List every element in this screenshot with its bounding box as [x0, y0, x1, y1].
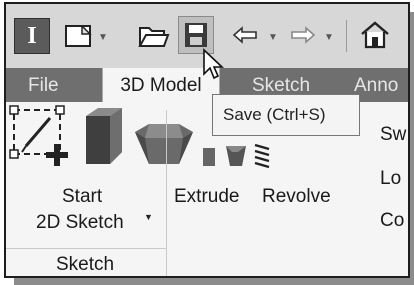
sketch-group-separator [6, 248, 166, 249]
loft-icon[interactable] [224, 144, 248, 168]
sketch-group-label: Sketch [56, 254, 115, 275]
loft-label[interactable]: Lo [380, 168, 401, 190]
mouse-cursor-icon [203, 48, 225, 80]
toolbar-separator [346, 20, 347, 52]
start-sketch-label-line1[interactable]: Start [62, 186, 102, 208]
undo-dropdown-arrow[interactable]: ▼ [268, 32, 278, 43]
extrude-icon[interactable] [80, 108, 128, 168]
extrude-label[interactable]: Extrude [174, 186, 239, 208]
new-file-icon[interactable] [64, 24, 92, 48]
redo-dropdown-arrow[interactable]: ▼ [324, 32, 334, 43]
app-menu-button[interactable]: I [14, 18, 50, 54]
save-icon[interactable] [184, 22, 208, 48]
coil-icon[interactable] [252, 142, 272, 169]
save-tooltip: Save (Ctrl+S) [212, 94, 360, 136]
sweep-label[interactable]: Sw [380, 124, 406, 146]
redo-icon[interactable] [290, 26, 316, 44]
tab-file[interactable]: File [28, 68, 59, 102]
app-window: I ▼ ▼ ▼ File 3D Model Sketch Anno Start … [4, 2, 410, 278]
revolve-icon[interactable] [133, 124, 195, 168]
revolve-label[interactable]: Revolve [262, 186, 331, 208]
tab-annotate[interactable]: Anno [354, 68, 398, 102]
start-sketch-dropdown-arrow[interactable]: ▼ [144, 212, 153, 222]
sweep-icon[interactable] [199, 146, 219, 168]
group-vertical-divider [166, 110, 167, 276]
start-2d-sketch-icon[interactable] [6, 102, 76, 168]
coil-label[interactable]: Co [380, 210, 404, 232]
start-sketch-label-line2[interactable]: 2D Sketch [36, 212, 124, 234]
home-icon[interactable] [358, 20, 392, 50]
undo-icon[interactable] [232, 26, 258, 44]
open-folder-icon[interactable] [138, 22, 170, 50]
new-dropdown-arrow[interactable]: ▼ [98, 32, 108, 43]
